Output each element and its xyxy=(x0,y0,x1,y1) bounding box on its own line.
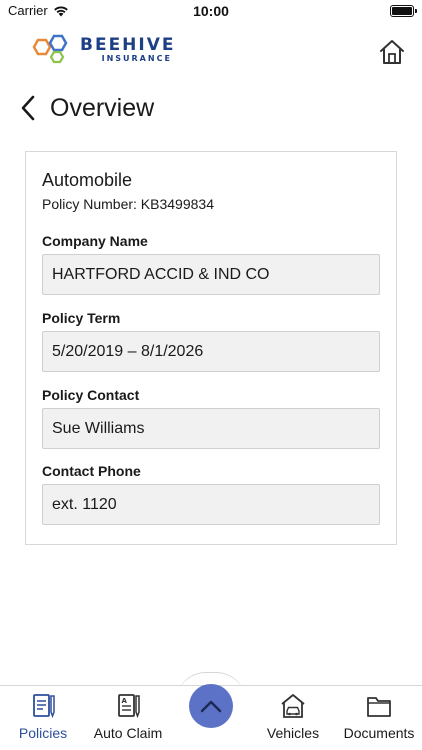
auto-claim-icon: A xyxy=(118,694,140,719)
logo-subtitle: INSURANCE xyxy=(101,54,172,63)
contact-phone-label: Contact Phone xyxy=(42,463,141,479)
documents-icon xyxy=(367,697,391,717)
battery-icon xyxy=(390,5,417,17)
policy-contact-label: Policy Contact xyxy=(42,387,140,403)
policy-type: Automobile xyxy=(42,170,133,190)
policy-contact-value[interactable]: Sue Williams xyxy=(42,408,380,449)
policy-number: Policy Number: KB3499834 xyxy=(42,196,214,212)
beehive-logo: BEEHIVE INSURANCE xyxy=(30,34,176,66)
tab-vehicles-label: Vehicles xyxy=(266,725,320,741)
status-bar: Carrier 10:00 xyxy=(0,0,422,22)
home-icon xyxy=(380,40,404,64)
back-button[interactable] xyxy=(20,95,38,121)
policy-contact-field: Policy Contact Sue Williams xyxy=(42,386,380,449)
tab-documents[interactable]: Documents xyxy=(336,686,422,750)
company-name-label: Company Name xyxy=(42,233,148,249)
tab-vehicles[interactable]: Vehicles xyxy=(260,686,326,750)
logo-name: BEEHIVE xyxy=(80,35,176,55)
contact-phone-value[interactable]: ext. 1120 xyxy=(42,484,380,525)
tab-policies-label: Policies xyxy=(18,725,68,741)
tab-documents-label: Documents xyxy=(343,725,415,741)
contact-phone-field: Contact Phone ext. 1120 xyxy=(42,462,380,525)
hexagon-logo-icon xyxy=(32,34,68,64)
company-name-value[interactable]: HARTFORD ACCID & IND CO xyxy=(42,254,380,295)
svg-text:A: A xyxy=(122,697,128,705)
tab-policies[interactable]: Policies xyxy=(10,686,76,750)
app-header: BEEHIVE INSURANCE xyxy=(0,30,422,74)
policy-card: Automobile Policy Number: KB3499834 Comp… xyxy=(25,151,397,545)
title-row: Overview xyxy=(0,88,422,128)
home-button[interactable] xyxy=(378,38,406,66)
tab-auto-claim[interactable]: A Auto Claim xyxy=(88,686,168,750)
vehicles-icon xyxy=(281,694,305,718)
chevron-up-icon xyxy=(200,700,222,713)
status-time: 10:00 xyxy=(193,3,229,19)
policy-term-label: Policy Term xyxy=(42,310,121,326)
policy-term-value[interactable]: 5/20/2019 – 8/1/2026 xyxy=(42,331,380,372)
tab-auto-claim-label: Auto Claim xyxy=(93,725,163,741)
policies-icon xyxy=(33,694,55,719)
expand-menu-button[interactable] xyxy=(189,684,233,728)
policy-term-field: Policy Term 5/20/2019 – 8/1/2026 xyxy=(42,309,380,372)
chevron-left-icon xyxy=(21,95,35,121)
company-name-field: Company Name HARTFORD ACCID & IND CO xyxy=(42,232,380,295)
page-title: Overview xyxy=(50,93,155,122)
